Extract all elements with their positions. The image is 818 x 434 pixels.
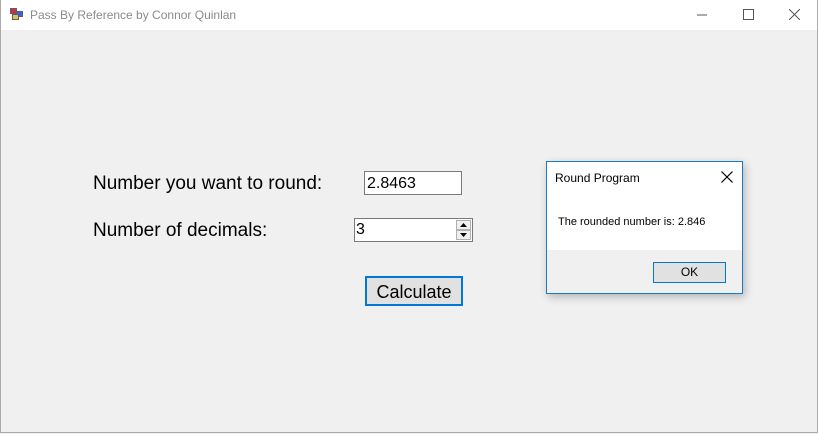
dialog-title: Round Program	[555, 171, 640, 185]
calculate-button[interactable]: Calculate	[365, 276, 463, 306]
round-number-label: Number you want to round:	[93, 173, 323, 194]
dialog-close-button[interactable]	[717, 168, 737, 186]
dialog-message: The rounded number is: 2.846	[558, 216, 706, 228]
decimals-stepper[interactable]: 3	[354, 218, 473, 242]
arrow-down-icon	[460, 233, 467, 237]
app-icon	[10, 8, 23, 20]
close-button[interactable]	[771, 0, 817, 30]
decimals-label: Number of decimals:	[93, 220, 268, 241]
close-icon	[789, 9, 800, 20]
ok-button[interactable]: OK	[653, 262, 726, 283]
spin-buttons	[456, 220, 471, 240]
message-box: Round Program The rounded number is: 2.8…	[546, 161, 743, 294]
close-icon	[721, 171, 733, 183]
decimals-value[interactable]: 3	[356, 221, 365, 239]
arrow-up-icon	[460, 223, 467, 227]
spin-up-button[interactable]	[456, 220, 471, 230]
round-number-input[interactable]: 2.8463	[364, 171, 462, 195]
title-bar[interactable]: Pass By Reference by Connor Quinlan	[1, 0, 817, 30]
spin-down-button[interactable]	[456, 230, 471, 240]
minimize-button[interactable]	[679, 0, 725, 30]
maximize-icon	[743, 9, 754, 20]
maximize-button[interactable]	[725, 0, 771, 30]
window-title: Pass By Reference by Connor Quinlan	[30, 8, 237, 22]
dialog-footer: OK	[547, 250, 742, 293]
ok-button-label: OK	[680, 265, 699, 279]
minimize-icon	[697, 14, 707, 16]
